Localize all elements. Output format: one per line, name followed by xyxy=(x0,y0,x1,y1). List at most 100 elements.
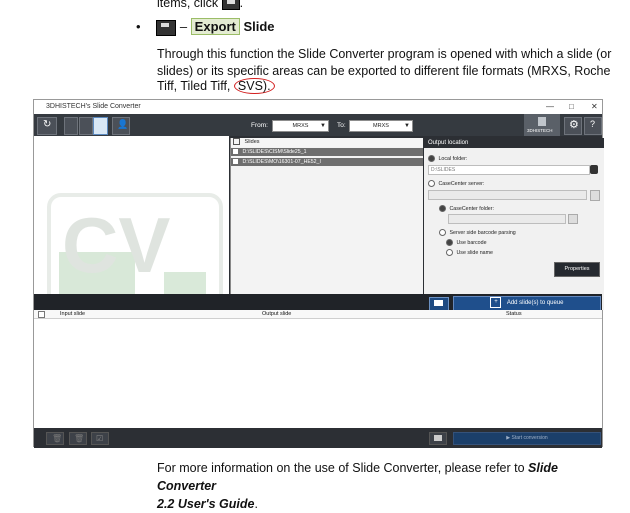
footer-paragraph: For more information on the use of Slide… xyxy=(157,459,607,513)
status-header: Status xyxy=(506,311,522,317)
server-side-option[interactable]: Server side barcode parsing xyxy=(439,229,516,236)
local-folder-label: Local folder: xyxy=(438,155,468,162)
slides-header: Slides xyxy=(231,138,423,147)
add-icon: + xyxy=(490,297,502,308)
server-side-radio[interactable] xyxy=(439,229,446,236)
queue-table-header: Input slide Output slide Status xyxy=(34,310,602,319)
check-list-button[interactable]: ☑ xyxy=(91,432,109,445)
refresh-icon: ↻ xyxy=(43,119,52,130)
refresh-button[interactable]: ↻ xyxy=(37,117,57,135)
paragraph-1a: Through this function the Slide Converte… xyxy=(157,47,612,61)
local-folder-path-field[interactable]: D:\SLIDES xyxy=(428,165,590,175)
local-folder-option[interactable]: Local folder: xyxy=(428,155,467,162)
maximize-button[interactable]: □ xyxy=(569,102,574,111)
queue-table-body xyxy=(34,319,602,428)
casecenter-folder-option[interactable]: CaseCenter folder: xyxy=(439,205,494,212)
output-location-panel: Output location Local folder: D:\SLIDES … xyxy=(424,138,604,310)
paragraph-1c-line: Tiff, Tiled Tiff, SVS). xyxy=(157,77,275,95)
local-folder-radio[interactable] xyxy=(428,155,435,162)
casecenter-server-label: CaseCenter server: xyxy=(438,180,485,187)
window-title: 3DHISTECH's Slide Converter xyxy=(46,103,141,110)
use-slide-name-label: Use slide name xyxy=(456,249,493,256)
question-icon: ? xyxy=(590,119,596,129)
view-mode-1-button[interactable] xyxy=(64,117,78,135)
casecenter-folder-radio[interactable] xyxy=(439,205,446,212)
checklist-icon: ☑ xyxy=(96,434,104,443)
main-toolbar: ↻ 👤 From: MRXS ▼ To: MRXS ▼ 3DHISTECH ⚙ … xyxy=(34,114,602,136)
casecenter-server-radio[interactable] xyxy=(428,180,435,187)
bullet-export-title: • – Export Slide xyxy=(136,18,275,36)
top-line: items, click . xyxy=(157,0,243,12)
play-icon: ▶ xyxy=(506,435,511,441)
slide-row-1-text: D:\SLIDES\CISM\Slide25_1 xyxy=(242,149,307,155)
to-label: To: xyxy=(337,122,346,129)
cv-logo-text: CV xyxy=(62,201,171,289)
paragraph-1c: Tiff, Tiled Tiff, xyxy=(157,79,231,93)
footer-text: For more information on the use of Slide… xyxy=(157,461,525,475)
input-slide-header: Input slide xyxy=(60,311,86,317)
view-mode-3-button[interactable] xyxy=(93,117,108,135)
slide-converter-window: 3DHISTECH's Slide Converter — □ ✕ ↻ 👤 Fr… xyxy=(33,99,604,448)
bullet-dot: • xyxy=(136,19,141,34)
svs-highlight: SVS). xyxy=(233,78,275,94)
select-all-checkbox[interactable] xyxy=(233,138,240,146)
properties-button[interactable]: Properties xyxy=(554,262,600,277)
casecenter-folder-field[interactable] xyxy=(448,214,566,224)
top-text: items, click xyxy=(157,0,219,10)
remove-all-button[interactable]: 🗑 xyxy=(69,432,87,445)
chevron-down-icon: ▼ xyxy=(320,123,326,129)
footer-toolbar: 🗑 🗑 ☑ ▶ Start conversion xyxy=(34,429,602,448)
image-icon xyxy=(434,435,442,441)
casecenter-server-button[interactable] xyxy=(590,190,600,201)
use-barcode-option[interactable]: Use barcode xyxy=(446,239,487,246)
use-barcode-radio[interactable] xyxy=(446,239,453,246)
export-slide-icon xyxy=(156,19,177,36)
local-folder-path: D:\SLIDES xyxy=(431,167,456,173)
slide-row-1-checkbox[interactable] xyxy=(233,149,238,155)
close-button[interactable]: ✕ xyxy=(591,102,598,111)
from-select[interactable]: MRXS ▼ xyxy=(272,120,329,132)
casecenter-folder-button[interactable] xyxy=(568,214,578,224)
slide-row-2-checkbox[interactable] xyxy=(233,159,238,165)
to-value: MRXS xyxy=(373,123,389,129)
folder-button[interactable] xyxy=(429,297,449,311)
from-value: MRXS xyxy=(292,123,309,129)
slides-header-label: Slides xyxy=(244,139,260,145)
start-conversion-label: Start conversion xyxy=(511,435,548,441)
to-select[interactable]: MRXS ▼ xyxy=(349,120,413,132)
output-title: Output location xyxy=(424,138,604,148)
slide-row-2[interactable]: D:\SLIDES\MO\16301-07_HE52_I xyxy=(231,158,423,166)
casecenter-server-field[interactable] xyxy=(428,190,587,200)
image-button[interactable] xyxy=(429,432,447,445)
settings-button[interactable]: ⚙ xyxy=(564,117,582,135)
preview-panel: CV xyxy=(34,136,229,329)
footer-guide-title-2: 2.2 User's Guide xyxy=(157,497,255,511)
output-slide-header: Output slide xyxy=(262,311,292,317)
view-mode-2-button[interactable] xyxy=(79,117,93,135)
use-barcode-label: Use barcode xyxy=(456,239,487,246)
remove-selected-button[interactable]: 🗑 xyxy=(46,432,64,445)
folder-icon xyxy=(434,300,443,306)
user-icon: 👤 xyxy=(117,119,129,129)
slide-row-2-text: D:\SLIDES\MO\16301-07_HE52_I xyxy=(242,159,321,165)
gear-icon: ⚙ xyxy=(569,119,579,131)
casecenter-server-option[interactable]: CaseCenter server: xyxy=(428,180,484,187)
brand-logo: 3DHISTECH xyxy=(524,114,560,136)
chevron-down-icon: ▼ xyxy=(404,123,410,129)
casecenter-folder-label: CaseCenter folder: xyxy=(449,205,494,212)
bullet-title-rest: Slide xyxy=(243,19,275,34)
browse-local-button[interactable] xyxy=(590,165,598,174)
start-conversion-button[interactable]: ▶ Start conversion xyxy=(453,432,601,445)
help-button[interactable]: ? xyxy=(584,117,602,135)
user-button[interactable]: 👤 xyxy=(112,117,130,135)
minimize-button[interactable]: — xyxy=(546,102,554,111)
slides-list-panel: Slides D:\SLIDES\CISM\Slide25_1 D:\SLIDE… xyxy=(230,138,423,309)
table-select-all-checkbox[interactable] xyxy=(38,311,45,318)
brand-text: 3DHISTECH xyxy=(527,128,553,133)
stack-trash-icon: 🗑 xyxy=(74,434,85,443)
trash-icon: 🗑 xyxy=(52,434,63,443)
use-slide-name-option[interactable]: Use slide name xyxy=(446,249,493,256)
slide-row-1[interactable]: D:\SLIDES\CISM\Slide25_1 xyxy=(231,148,423,156)
properties-label: Properties xyxy=(564,266,590,272)
use-slide-name-radio[interactable] xyxy=(446,249,453,256)
